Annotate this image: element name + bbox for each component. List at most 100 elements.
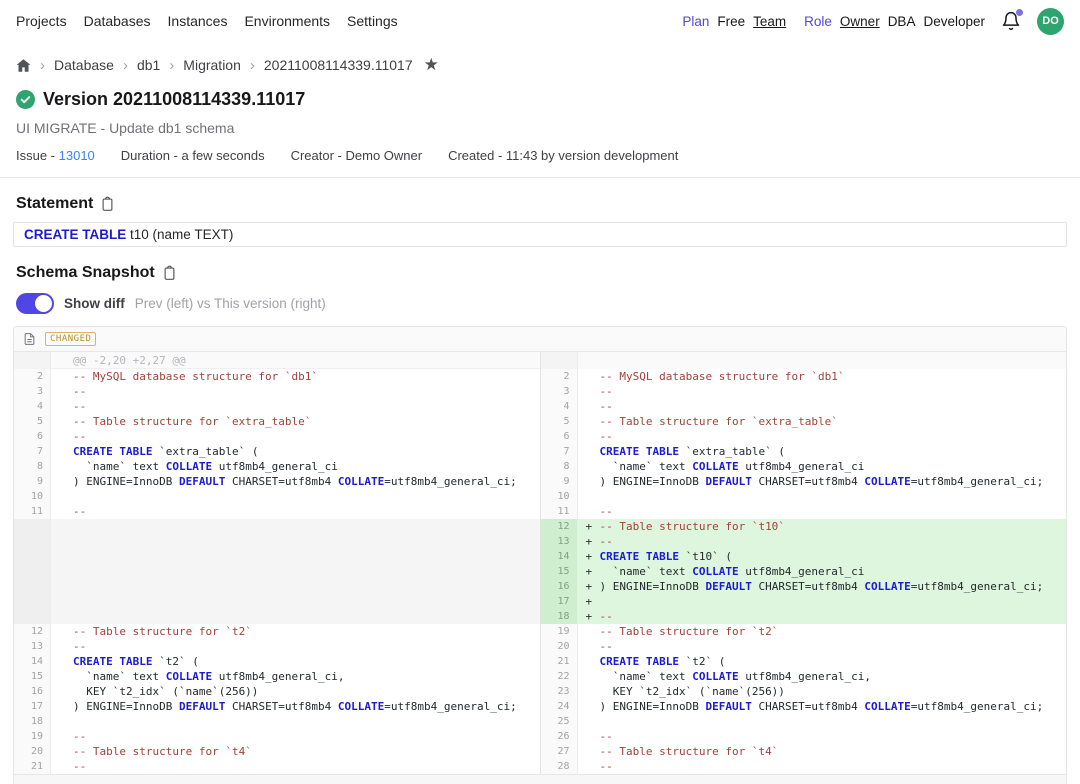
line-number-right: 15 [540,564,578,579]
migration-subtitle: UI MIGRATE - Update db1 schema [0,120,1080,136]
code-left [51,564,540,579]
hunk-text: @@ -2,20 +2,27 @@ [51,352,540,369]
breadcrumb-version[interactable]: 20211008114339.11017 [264,57,413,73]
bookmark-star-icon[interactable]: ★ [424,55,439,75]
breadcrumb-migration[interactable]: Migration [183,57,241,73]
code-left: -- Table structure for `extra_table` [51,414,540,429]
code-left: -- Table structure for `t2` [51,624,540,639]
code-right: -- Table structure for `extra_table` [578,414,1067,429]
code-right: +-- [578,534,1067,549]
line-number-left: 2 [14,369,51,384]
code-left: -- [51,399,540,414]
diff-line: 1825 [14,714,1066,729]
code-left: -- [51,729,540,744]
code-left: CREATE TABLE `extra_table` ( [51,444,540,459]
line-number-right: 17 [540,594,578,609]
team-link[interactable]: Team [753,14,786,29]
breadcrumb-separator: › [250,57,255,74]
code-left: -- MySQL database structure for `db1` [51,369,540,384]
statement-heading: Statement [16,195,93,213]
line-number-right: 27 [540,744,578,759]
code-left: ) ENGINE=InnoDB DEFAULT CHARSET=utf8mb4 … [51,474,540,489]
line-number-right: 4 [540,399,578,414]
avatar[interactable]: DO [1037,8,1064,35]
copy-snapshot-icon[interactable] [162,265,177,281]
diff-line: 7CREATE TABLE `extra_table` (7CREATE TAB… [14,444,1066,459]
line-number-left: 4 [14,399,51,414]
code-left [51,714,540,729]
line-number-left [14,594,51,609]
line-number-left: 19 [14,729,51,744]
line-number-left: 21 [14,759,51,774]
code-left [51,549,540,564]
line-number-right: 14 [540,549,578,564]
breadcrumb-database[interactable]: Database [54,57,114,73]
diff-line: 2-- MySQL database structure for `db1`2-… [14,369,1066,384]
diff-line: 11--11-- [14,504,1066,519]
line-number-left: 5 [14,414,51,429]
diff-line: 6--6-- [14,429,1066,444]
diff-line: 16+) ENGINE=InnoDB DEFAULT CHARSET=utf8m… [14,579,1066,594]
show-diff-label: Show diff [64,296,125,311]
line-number-right: 10 [540,489,578,504]
code-left: -- [51,759,540,774]
line-number-left [14,579,51,594]
issue-link[interactable]: 13010 [59,148,95,163]
issue-label: Issue - [16,148,55,163]
code-right: `name` text COLLATE utf8mb4_general_ci, [578,669,1067,684]
line-number-right: 23 [540,684,578,699]
diff-line: 15+ `name` text COLLATE utf8mb4_general_… [14,564,1066,579]
plan-value: Free [717,14,745,29]
diff-line: 20-- Table structure for `t4`27-- Table … [14,744,1066,759]
code-right: -- [578,729,1067,744]
diff-line: 1010 [14,489,1066,504]
diff-line: 21--28-- [14,759,1066,774]
owner-link[interactable]: Owner [840,14,880,29]
nav-item-projects[interactable]: Projects [16,13,67,29]
code-left [51,609,540,624]
code-right: + [578,594,1067,609]
line-number-right: 13 [540,534,578,549]
code-right: -- [578,759,1067,774]
show-diff-toggle[interactable] [16,293,54,314]
line-number-right: 3 [540,384,578,399]
code-left [51,534,540,549]
statement-box[interactable]: CREATE TABLE t10 (name TEXT) [13,222,1067,247]
version-header: Version 20211008114339.11017 [0,89,1080,110]
code-left: `name` text COLLATE utf8mb4_general_ci [51,459,540,474]
line-number-left: 17 [14,699,51,714]
snapshot-heading: Schema Snapshot [16,264,155,282]
code-right: +) ENGINE=InnoDB DEFAULT CHARSET=utf8mb4… [578,579,1067,594]
line-number-right: 21 [540,654,578,669]
schema-diff-card: CHANGED @@ -2,20 +2,27 @@ 2-- MySQL data… [13,326,1067,784]
nav-links: Projects Databases Instances Environment… [16,13,398,29]
code-right: -- [578,504,1067,519]
nav-item-settings[interactable]: Settings [347,13,398,29]
code-right: -- MySQL database structure for `db1` [578,369,1067,384]
code-right: -- [578,384,1067,399]
issue-meta: Issue - 13010 [16,148,95,163]
line-number-left: 8 [14,459,51,474]
hunk-text-right [578,352,1067,369]
breadcrumb-db1[interactable]: db1 [137,57,160,73]
diff-file-header: CHANGED [14,327,1066,352]
code-left [51,594,540,609]
diff-line: 18+-- [14,609,1066,624]
code-right: ) ENGINE=InnoDB DEFAULT CHARSET=utf8mb4 … [578,699,1067,714]
notification-bell-icon[interactable] [1001,10,1023,32]
copy-statement-icon[interactable] [100,196,115,212]
hunk-gutter-left [14,352,51,369]
duration-meta: Duration - a few seconds [121,148,265,163]
hunk-gutter-right [540,352,578,369]
code-left [51,579,540,594]
code-left: -- [51,504,540,519]
page-title: Version 20211008114339.11017 [43,89,305,110]
nav-item-databases[interactable]: Databases [84,13,151,29]
nav-item-environments[interactable]: Environments [244,13,330,29]
nav-item-instances[interactable]: Instances [168,13,228,29]
line-number-right: 12 [540,519,578,534]
diff-line: 8 `name` text COLLATE utf8mb4_general_ci… [14,459,1066,474]
diff-line: 12+-- Table structure for `t10` [14,519,1066,534]
home-icon[interactable] [16,58,31,73]
line-number-right: 5 [540,414,578,429]
